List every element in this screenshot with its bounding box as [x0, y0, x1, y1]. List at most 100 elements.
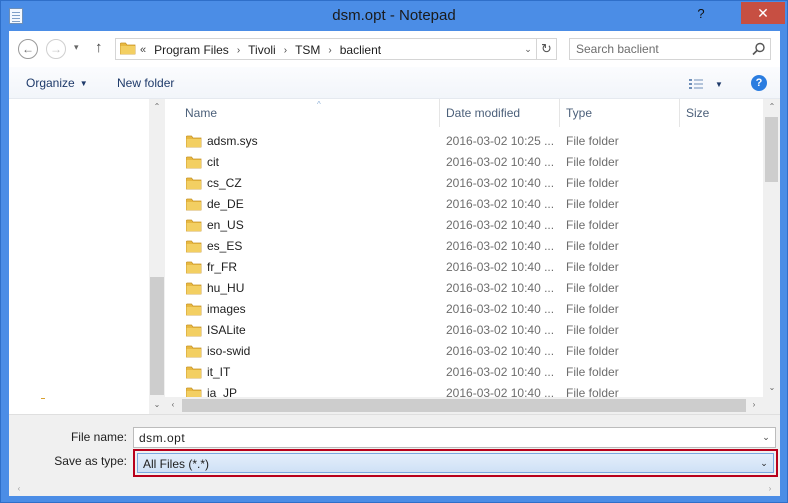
address-history-chevron-down-icon[interactable]: ⌄ — [521, 42, 535, 56]
list-item[interactable]: iso-swid 2016-03-02 10:40 ... File folder — [165, 341, 763, 362]
save-as-type-select[interactable]: All Files (*.*) ⌄ — [137, 453, 774, 473]
breadcrumb-item-tsm[interactable]: TSM — [295, 43, 320, 57]
list-item[interactable]: it_IT 2016-03-02 10:40 ... File folder — [165, 362, 763, 383]
search-icon[interactable] — [752, 42, 766, 56]
scroll-left-arrow-icon[interactable]: ‹ — [11, 481, 27, 497]
breadcrumb-overflow[interactable]: « — [140, 44, 146, 56]
navigation-pane-marker — [41, 398, 45, 399]
breadcrumb-item-tivoli[interactable]: Tivoli — [248, 43, 276, 57]
navigation-pane[interactable]: ⌃ ⌄ — [9, 99, 165, 414]
scroll-down-arrow-icon[interactable]: ⌄ — [149, 397, 165, 413]
list-item[interactable]: en_US 2016-03-02 10:40 ... File folder — [165, 215, 763, 236]
breadcrumb-separator-icon[interactable]: › — [284, 45, 287, 56]
file-date-modified: 2016-03-02 10:25 ... — [446, 134, 555, 148]
chevron-down-icon[interactable]: ⌄ — [759, 430, 773, 445]
list-item[interactable]: hu_HU 2016-03-02 10:40 ... File folder — [165, 278, 763, 299]
column-headers: Name ^ Date modified Type Size — [165, 99, 763, 127]
scroll-up-arrow-icon[interactable]: ⌃ — [764, 99, 780, 115]
window-title: dsm.opt - Notepad — [332, 7, 456, 24]
refresh-button[interactable]: ↻ — [536, 39, 556, 59]
file-name-input[interactable] — [134, 428, 754, 447]
file-name: it_IT — [207, 365, 231, 379]
close-button[interactable]: ✕ — [741, 2, 785, 24]
new-folder-button[interactable]: New folder — [117, 76, 174, 90]
breadcrumb-separator-icon[interactable]: › — [328, 45, 331, 56]
save-as-type-highlight: All Files (*.*) ⌄ — [133, 449, 778, 477]
list-item[interactable]: fr_FR 2016-03-02 10:40 ... File folder — [165, 257, 763, 278]
organize-label: Organize — [26, 76, 75, 90]
file-list[interactable]: Name ^ Date modified Type Size adsm.sys 2… — [165, 99, 780, 414]
list-item[interactable]: ISALite 2016-03-02 10:40 ... File folder — [165, 320, 763, 341]
scroll-down-arrow-icon[interactable]: ⌄ — [764, 380, 780, 396]
file-type: File folder — [566, 323, 619, 337]
file-name: adsm.sys — [207, 134, 258, 148]
file-name: iso-swid — [207, 344, 251, 358]
column-header-name-label: Name — [185, 106, 218, 120]
file-type: File folder — [566, 281, 619, 295]
column-header-date-modified[interactable]: Date modified — [440, 99, 560, 127]
notepad-save-dialog: dsm.opt - Notepad ? ✕ ← → ▾ ↑ « Program … — [0, 0, 788, 503]
file-name: en_US — [207, 218, 244, 232]
folder-icon — [186, 282, 202, 295]
file-list-vertical-scrollbar[interactable]: ⌃ ⌄ — [763, 99, 780, 397]
command-bar: Organize ▼ New folder ▼ ? — [9, 67, 780, 99]
list-item[interactable]: cit 2016-03-02 10:40 ... File folder — [165, 152, 763, 173]
folder-icon — [186, 135, 202, 148]
file-type: File folder — [566, 176, 619, 190]
list-item[interactable]: cs_CZ 2016-03-02 10:40 ... File folder — [165, 173, 763, 194]
navigation-bar: ← → ▾ ↑ « Program Files › Tivoli › TSM ›… — [9, 31, 780, 67]
search-input[interactable] — [570, 39, 748, 59]
file-date-modified: 2016-03-02 10:40 ... — [446, 260, 555, 274]
file-name-combobox[interactable]: ⌄ — [133, 427, 776, 448]
breadcrumb-item-program-files[interactable]: Program Files — [154, 43, 229, 57]
breadcrumb-separator-icon[interactable]: › — [237, 45, 240, 56]
organize-button[interactable]: Organize ▼ — [26, 76, 88, 90]
breadcrumb-item-baclient[interactable]: baclient — [340, 43, 381, 57]
chevron-down-icon: ▼ — [715, 79, 723, 89]
scrollbar-thumb[interactable] — [182, 399, 746, 412]
scroll-right-arrow-icon[interactable]: › — [746, 397, 762, 413]
folder-icon — [186, 156, 202, 169]
folder-icon — [186, 240, 202, 253]
save-as-type-label: Save as type: — [54, 454, 127, 468]
file-name: images — [207, 302, 246, 316]
dialog-client-area: ← → ▾ ↑ « Program Files › Tivoli › TSM ›… — [9, 31, 780, 496]
change-view-button[interactable]: ▼ — [687, 76, 723, 92]
scrollbar-thumb[interactable] — [150, 277, 164, 395]
file-name: cit — [207, 155, 219, 169]
scrollbar-corner — [763, 397, 780, 414]
title-help-button[interactable]: ? — [687, 2, 715, 24]
file-date-modified: 2016-03-02 10:40 ... — [446, 365, 555, 379]
folder-icon — [186, 324, 202, 337]
folder-icon — [186, 366, 202, 379]
column-header-size[interactable]: Size — [680, 99, 762, 127]
recent-locations-chevron-down-icon[interactable]: ▾ — [74, 42, 79, 53]
list-item[interactable]: de_DE 2016-03-02 10:40 ... File folder — [165, 194, 763, 215]
search-box[interactable] — [569, 38, 771, 60]
save-options-panel: File name: ⌄ Save as type: All Files (*.… — [9, 414, 780, 496]
help-icon[interactable]: ? — [751, 75, 767, 91]
file-name: de_DE — [207, 197, 244, 211]
address-bar[interactable]: « Program Files › Tivoli › TSM › baclien… — [115, 38, 557, 60]
chevron-down-icon: ▼ — [79, 78, 88, 88]
forward-button[interactable]: → — [46, 39, 66, 59]
list-item[interactable]: images 2016-03-02 10:40 ... File folder — [165, 299, 763, 320]
column-header-type[interactable]: Type — [560, 99, 680, 127]
scrollbar-thumb[interactable] — [765, 117, 778, 182]
bottom-scrollbar[interactable]: ‹ › — [9, 481, 780, 497]
back-button[interactable]: ← — [18, 39, 38, 59]
file-type: File folder — [566, 239, 619, 253]
folder-icon — [186, 261, 202, 274]
file-list-horizontal-scrollbar[interactable]: ‹ › — [165, 397, 763, 414]
list-item[interactable]: es_ES 2016-03-02 10:40 ... File folder — [165, 236, 763, 257]
column-header-name[interactable]: Name ^ — [179, 99, 440, 127]
scroll-up-arrow-icon[interactable]: ⌃ — [149, 99, 165, 115]
breadcrumb: « Program Files › Tivoli › TSM › baclien… — [140, 42, 381, 58]
scroll-right-arrow-icon[interactable]: › — [762, 481, 778, 497]
up-folder-button[interactable]: ↑ — [95, 39, 103, 56]
list-item[interactable]: adsm.sys 2016-03-02 10:25 ... File folder — [165, 131, 763, 152]
chevron-down-icon[interactable]: ⌄ — [757, 456, 771, 471]
scroll-left-arrow-icon[interactable]: ‹ — [165, 397, 181, 413]
navigation-pane-scrollbar[interactable]: ⌃ ⌄ — [149, 99, 165, 414]
file-type: File folder — [566, 365, 619, 379]
